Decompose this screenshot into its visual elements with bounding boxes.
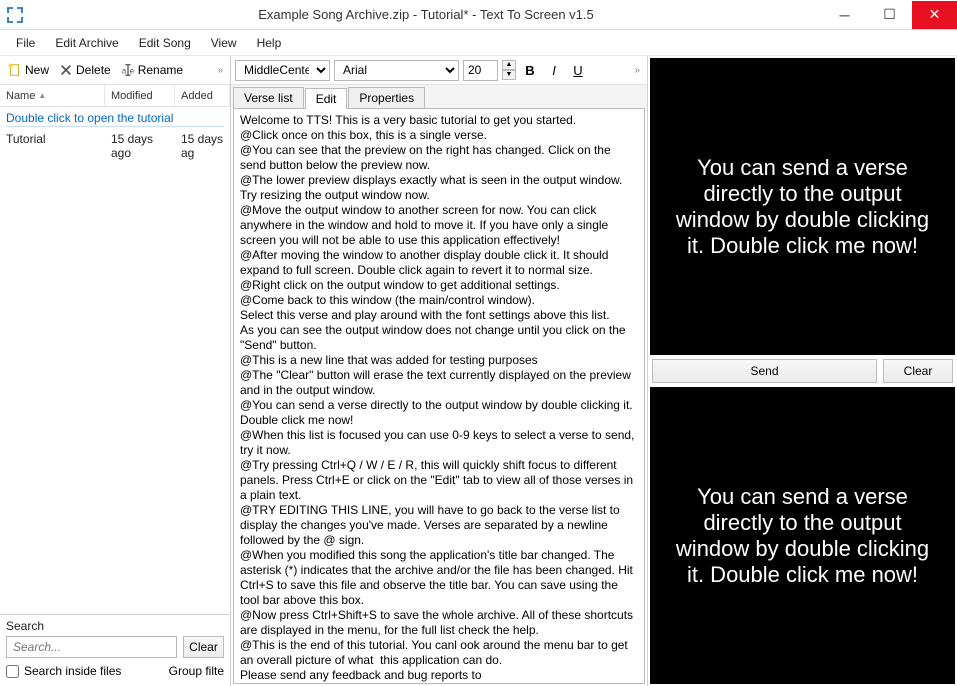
window-title: Example Song Archive.zip - Tutorial* - T… [30,7,822,22]
alignment-select[interactable]: MiddleCenter [235,60,330,81]
menu-file[interactable]: File [8,33,43,53]
new-button[interactable]: New [4,61,53,79]
clear-output-button[interactable]: Clear [883,359,953,383]
italic-button[interactable]: I [544,60,564,80]
menu-help[interactable]: Help [249,33,290,53]
menu-edit-song[interactable]: Edit Song [131,33,199,53]
font-select[interactable]: Arial [334,60,459,81]
column-modified[interactable]: Modified [105,85,175,106]
left-pane: New Delete ae Rename » Name ▲ Modified A… [0,56,231,686]
fullscreen-icon[interactable] [0,0,30,30]
svg-text:e: e [129,67,134,76]
preview-pane: You can send a verse directly to the out… [648,56,957,686]
menu-view[interactable]: View [203,33,245,53]
column-added[interactable]: Added [175,85,230,106]
tab-edit[interactable]: Edit [305,88,348,109]
rename-button[interactable]: ae Rename [117,61,187,79]
search-clear-button[interactable]: Clear [183,636,224,658]
rename-icon: ae [121,63,135,77]
svg-text:a: a [122,67,127,76]
titlebar: Example Song Archive.zip - Tutorial* - T… [0,0,957,30]
menu-edit-archive[interactable]: Edit Archive [47,33,126,53]
songs-list[interactable]: Double click to open the tutorial Tutori… [0,107,230,614]
sort-asc-icon: ▲ [38,91,46,100]
preview-lower[interactable]: You can send a verse directly to the out… [650,387,955,684]
format-toolbar: MiddleCenter Arial ▲▼ B I U » [231,56,647,85]
format-overflow-icon[interactable]: » [631,65,643,76]
font-size-spinner[interactable]: ▲▼ [502,60,516,80]
maximize-button[interactable]: ☐ [867,1,912,29]
search-section: Search Clear Search inside files Group f… [0,614,230,686]
new-icon [8,63,22,77]
list-item[interactable]: Tutorial 15 days ago 15 days ag [0,129,230,163]
font-size-input[interactable] [463,60,498,81]
tutorial-hint[interactable]: Double click to open the tutorial [0,107,230,129]
toolbar-overflow-icon[interactable]: » [214,65,226,76]
preview-upper[interactable]: You can send a verse directly to the out… [650,58,955,355]
bold-button[interactable]: B [520,60,540,80]
close-button[interactable]: ✕ [912,1,957,29]
songs-list-header: Name ▲ Modified Added [0,85,230,107]
search-input[interactable] [6,636,177,658]
search-label: Search [6,619,224,633]
tab-properties[interactable]: Properties [348,87,425,108]
editor-textarea[interactable]: Welcome to TTS! This is a very basic tut… [233,108,645,684]
delete-button[interactable]: Delete [55,61,115,79]
search-inside-checkbox[interactable]: Search inside files [6,664,121,678]
tab-verse-list[interactable]: Verse list [233,87,304,108]
songs-toolbar: New Delete ae Rename » [0,56,230,85]
menubar: File Edit Archive Edit Song View Help [0,30,957,56]
underline-button[interactable]: U [568,60,588,80]
delete-icon [59,63,73,77]
editor-tabs: Verse list Edit Properties [231,85,647,108]
column-name[interactable]: Name ▲ [0,85,105,106]
minimize-button[interactable]: ─ [822,1,867,29]
group-filter-link[interactable]: Group filte [169,664,224,678]
send-button[interactable]: Send [652,359,877,383]
editor-pane: MiddleCenter Arial ▲▼ B I U » Verse list… [231,56,648,686]
